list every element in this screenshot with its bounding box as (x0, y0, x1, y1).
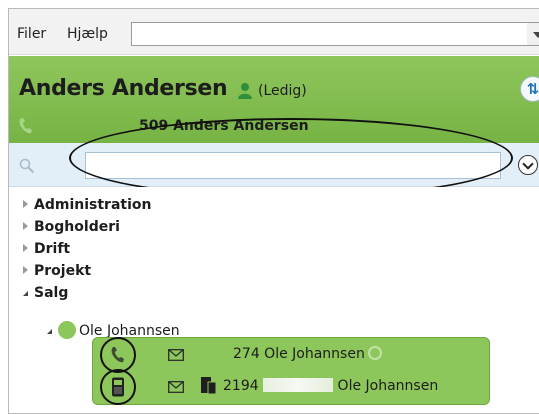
tree-group[interactable]: Bogholderi (23, 219, 120, 235)
highlight-circle (100, 369, 136, 405)
contact-details-card: 274 Ole Johannsen 2194 Ole Johannsen (92, 337, 490, 405)
contact-tree: Administration Bogholderi Drift Projekt … (9, 187, 539, 413)
tree-group[interactable]: Drift (23, 241, 70, 257)
mobile-phone-icon[interactable] (111, 377, 125, 397)
mobile-device-icon[interactable] (200, 376, 218, 396)
expand-icon[interactable] (23, 200, 28, 208)
expand-icon[interactable] (23, 222, 28, 230)
highlight-oval (69, 118, 513, 198)
app-window: Filer Hjælp Anders Andersen (Ledig) ⇅ 50… (8, 8, 539, 414)
collapse-icon[interactable] (23, 291, 28, 296)
tree-group[interactable]: Projekt (23, 263, 91, 279)
tree-group[interactable]: Administration (23, 197, 151, 213)
search-icon (19, 158, 35, 174)
envelope-icon[interactable] (168, 381, 184, 393)
presence-status[interactable]: (Ledig) (258, 83, 307, 99)
menu-file[interactable]: Filer (17, 26, 46, 42)
expand-icon[interactable] (23, 244, 28, 252)
redacted-number (263, 378, 334, 392)
highlight-circle (100, 337, 136, 373)
mobile-entry: 2194 Ole Johannsen (223, 378, 439, 394)
menu-bar: Filer Hjælp (9, 9, 539, 55)
chevron-down-icon[interactable] (518, 155, 538, 175)
mobile-line[interactable]: 2194 Ole Johannsen (93, 369, 489, 405)
sync-icon[interactable]: ⇅ (520, 76, 539, 102)
tree-group[interactable]: Salg (23, 285, 68, 301)
envelope-icon[interactable] (168, 349, 184, 361)
extension-line[interactable]: 274 Ole Johannsen (93, 337, 489, 373)
collapse-icon[interactable] (47, 329, 52, 334)
quick-input[interactable] (131, 22, 531, 46)
presence-dot-icon (58, 321, 76, 339)
quick-input-dropdown[interactable] (527, 22, 539, 46)
available-icon (367, 346, 382, 360)
phone-icon[interactable] (109, 345, 127, 365)
extension-entry: 274 Ole Johannsen (233, 346, 382, 362)
person-icon (238, 83, 252, 99)
menu-help[interactable]: Hjælp (67, 26, 108, 42)
phone-icon (19, 118, 32, 134)
user-name: Anders Andersen (19, 76, 228, 101)
expand-icon[interactable] (23, 266, 28, 274)
